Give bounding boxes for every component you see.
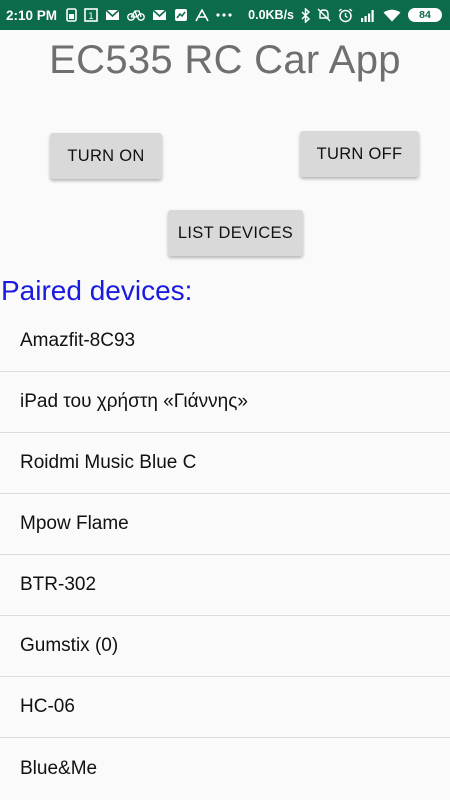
more-icon <box>216 7 232 23</box>
app-title: EC535 RC Car App <box>49 38 401 82</box>
battery-icon: 84 <box>408 8 442 22</box>
paired-devices-title: Paired devices: <box>1 275 193 306</box>
status-bar: 2:10 PM 1 0.0KB/s 84 <box>0 0 450 30</box>
mail-icon <box>152 7 167 23</box>
alarm-icon <box>338 7 353 23</box>
mail-icon <box>105 7 120 23</box>
device-item[interactable]: iPad του χρήστη «Γιάννης» <box>0 372 450 433</box>
svg-text:1: 1 <box>88 12 94 22</box>
bluetooth-icon <box>301 7 310 23</box>
turn-off-button[interactable]: TURN OFF <box>300 131 419 177</box>
device-item[interactable]: Amazfit-8C93 <box>0 311 450 372</box>
mute-icon <box>317 7 331 23</box>
device-item[interactable]: Blue&Me <box>0 738 450 799</box>
turn-on-button[interactable]: TURN ON <box>50 133 162 179</box>
device-item[interactable]: Mpow Flame <box>0 494 450 555</box>
signal-icon <box>360 7 376 23</box>
sim-icon <box>66 7 77 23</box>
font-icon <box>195 7 209 23</box>
device-list: Amazfit-8C93 iPad του χρήστη «Γιάννης» R… <box>0 311 450 799</box>
device-item[interactable]: BTR-302 <box>0 555 450 616</box>
device-item[interactable]: HC-06 <box>0 677 450 738</box>
bike-icon <box>127 7 145 23</box>
wifi-icon <box>383 7 401 23</box>
gallery-icon <box>174 7 188 23</box>
network-speed: 0.0KB/s <box>248 8 294 22</box>
device-item[interactable]: Gumstix (0) <box>0 616 450 677</box>
device-item[interactable]: Roidmi Music Blue C <box>0 433 450 494</box>
notification-1-icon: 1 <box>84 7 98 23</box>
status-time: 2:10 PM <box>6 7 58 23</box>
list-devices-button[interactable]: LIST DEVICES <box>168 210 303 256</box>
status-bar-right: 0.0KB/s 84 <box>248 7 450 23</box>
status-bar-left: 2:10 PM 1 <box>0 7 232 23</box>
